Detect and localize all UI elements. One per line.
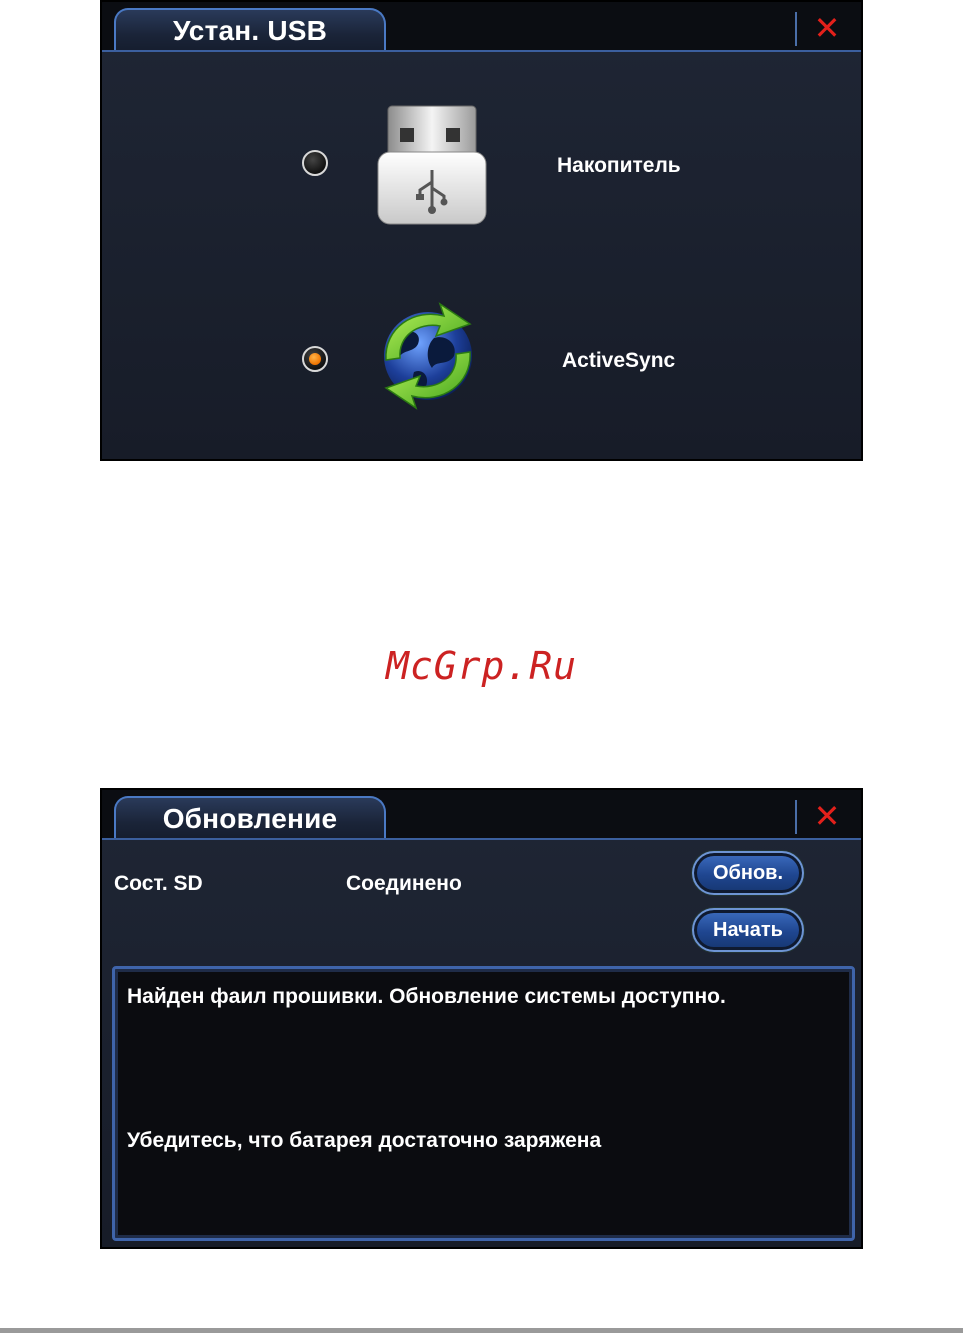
message-box: Найден фаил прошивки. Обновление системы…: [112, 966, 855, 1241]
update-dialog-title-tab: Обновление: [114, 796, 386, 840]
start-button[interactable]: Начать: [692, 908, 804, 952]
radio-activesync[interactable]: [302, 346, 328, 372]
usb-dialog-title-tab: Устан. USB: [114, 8, 386, 52]
close-icon[interactable]: ✕: [809, 10, 845, 46]
firmware-found-message: Найден фаил прошивки. Обновление системы…: [127, 985, 726, 1008]
sd-status-value: Соединено: [346, 872, 462, 895]
sync-globe-icon: [384, 302, 472, 410]
page-bottom-rule: [0, 1328, 963, 1333]
titlebar-divider: [102, 838, 861, 840]
usb-drive-icon: [377, 105, 487, 225]
titlebar-separator: [795, 12, 797, 46]
titlebar-separator: [795, 800, 797, 834]
titlebar-divider: [102, 50, 861, 52]
refresh-button[interactable]: Обнов.: [692, 851, 804, 895]
update-dialog: Обновление ✕ Сост. SD Соединено Обнов. Н…: [100, 788, 863, 1249]
sd-status-label: Сост. SD: [114, 872, 203, 895]
option-activesync-label: ActiveSync: [562, 349, 676, 372]
close-icon[interactable]: ✕: [809, 798, 845, 834]
usb-settings-dialog: Устан. USB ✕ Накопитель ActiveSync: [100, 0, 863, 461]
update-dialog-titlebar: Обновление ✕: [102, 790, 861, 840]
watermark-text: McGrp.Ru: [385, 644, 578, 688]
battery-warning-message: Убедитесь, что батарея достаточно заряже…: [127, 1129, 602, 1152]
option-storage-label: Накопитель: [557, 154, 681, 177]
update-dialog-title: Обновление: [162, 803, 338, 834]
radio-storage[interactable]: [302, 150, 328, 176]
usb-dialog-titlebar: Устан. USB ✕: [102, 2, 861, 52]
usb-dialog-title: Устан. USB: [172, 15, 328, 46]
